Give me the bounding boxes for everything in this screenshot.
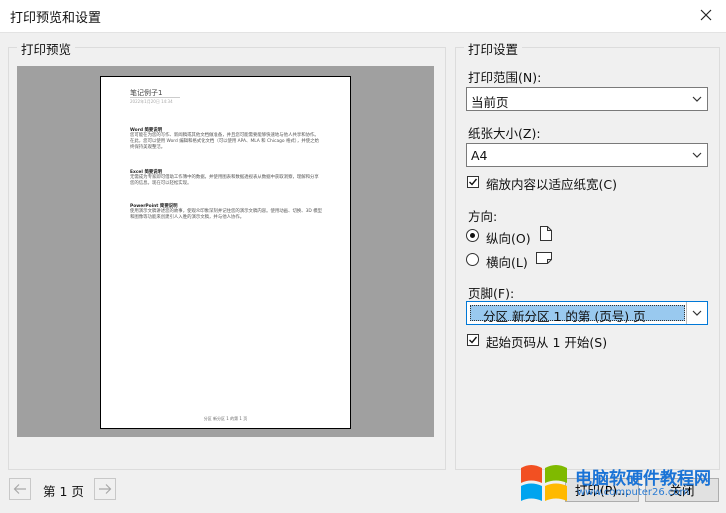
doc-paragraph-excel: 无需成为专家即可借助工作簿中的数据，并使用图表和数据透视表从数据中获取洞察，理解…: [130, 175, 319, 187]
orientation-label: 方向:: [468, 209, 498, 224]
checkmark-icon: [469, 336, 478, 344]
doc-paragraph-powerpoint: 使用演示文稿讲述您的故事，使观众印象深刻并记住您的演示文稿内容。使用动画、切换、…: [130, 209, 322, 221]
page-indicator: 第 1 页: [43, 484, 84, 499]
arrow-left-icon: [13, 484, 26, 494]
next-page-button[interactable]: [94, 478, 116, 500]
watermark-url: www.computer26.com: [577, 487, 690, 498]
paper-size-select[interactable]: A4: [466, 143, 708, 167]
print-range-value: 当前页: [471, 95, 509, 110]
landscape-page-icon: [536, 252, 552, 267]
doc-paragraph-word: 您可能在为您的写作、新闻稿或其他文档做准备，并且您可能需要能够快速地与他人共享和…: [130, 133, 319, 151]
print-range-label: 打印范围(N):: [468, 70, 542, 85]
preview-group-label: 打印预览: [17, 39, 76, 58]
doc-title-rule: [130, 97, 180, 98]
portrait-label[interactable]: 纵向(O): [486, 228, 531, 247]
doc-footer: 分区 新分区 1 的第 1 页: [203, 416, 248, 421]
start-page-label[interactable]: 起始页码从 1 开始(S): [486, 332, 607, 351]
arrow-right-icon: [99, 484, 112, 494]
watermark: 电脑软硬件教程网 www.computer26.com: [519, 462, 719, 506]
portrait-page-icon: [540, 226, 552, 244]
doc-meta: 2022年1月20日 14:34: [130, 99, 173, 104]
start-page-checkbox[interactable]: [467, 334, 479, 346]
watermark-text: 电脑软硬件教程网: [575, 469, 711, 489]
fit-width-checkbox[interactable]: [467, 176, 479, 188]
paper-size-label: 纸张大小(Z):: [468, 126, 541, 141]
footer-select[interactable]: 分区 新分区 1 的第 (页号) 页: [466, 301, 708, 325]
paper-size-value: A4: [471, 148, 488, 163]
fit-width-label[interactable]: 缩放内容以适应纸宽(C): [486, 174, 617, 193]
window-title: 打印预览和设置: [10, 11, 102, 26]
chevron-down-icon: [686, 302, 707, 324]
title-bar: 打印预览和设置: [0, 0, 726, 33]
print-range-select[interactable]: 当前页: [466, 87, 708, 111]
chevron-down-icon: [687, 88, 707, 110]
portrait-radio[interactable]: [466, 229, 479, 242]
landscape-radio[interactable]: [466, 253, 479, 266]
close-icon[interactable]: [692, 2, 720, 28]
footer-value: 分区 新分区 1 的第 (页号) 页: [483, 309, 646, 324]
footer-label: 页脚(F):: [468, 286, 515, 301]
prev-page-button[interactable]: [9, 478, 31, 500]
checkmark-icon: [469, 178, 478, 186]
settings-group-label: 打印设置: [464, 39, 523, 58]
chevron-down-icon: [687, 144, 707, 166]
windows-logo-icon: [521, 465, 567, 501]
landscape-label[interactable]: 横向(L): [486, 252, 528, 271]
preview-page: 笔记例子1 2022年1月20日 14:34 Word 简要说明 您可能在为您的…: [100, 76, 351, 429]
